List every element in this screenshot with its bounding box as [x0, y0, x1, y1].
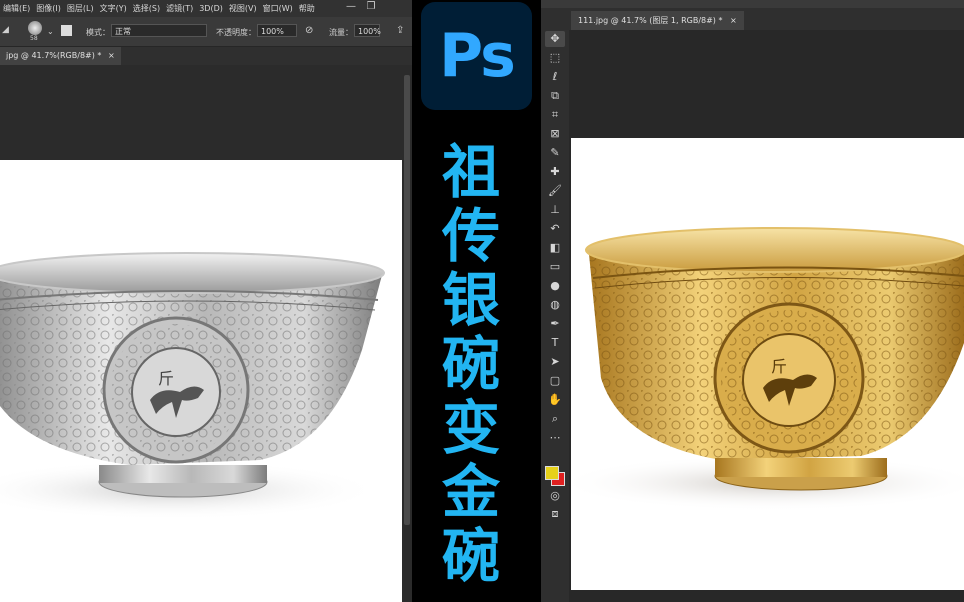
quick-mask-icon[interactable]: ◎	[545, 488, 565, 504]
brush-preview-icon[interactable]	[28, 21, 42, 35]
zoom-icon[interactable]: ⌕	[545, 411, 565, 427]
type-icon[interactable]: T	[545, 335, 565, 351]
flow-input[interactable]: 100%	[354, 24, 381, 37]
close-icon[interactable]: ×	[108, 51, 115, 60]
menu-layer[interactable]: 图层(L)	[64, 3, 97, 14]
minimize-button[interactable]: —	[342, 0, 360, 17]
document-canvas[interactable]: 斤	[571, 138, 964, 590]
opacity-input[interactable]: 100%	[257, 24, 297, 37]
title-char: 碗	[441, 522, 500, 590]
document-tab-bar: 111.jpg @ 41.7% (图层 1, RGB/8#) * ×	[569, 8, 964, 30]
title-char: 变	[441, 394, 500, 462]
options-bar	[541, 0, 964, 8]
menu-help[interactable]: 帮助	[296, 3, 318, 14]
photoshop-logo-icon: Ps	[421, 2, 532, 110]
opacity-label: 不透明度：	[216, 28, 256, 37]
flow-label: 流量：	[329, 28, 353, 37]
document-tab[interactable]: 111.jpg @ 41.7% (图层 1, RGB/8#) * ×	[571, 11, 744, 30]
options-bar: ◢ 58 ⌄ 模式： 正常 不透明度： 100% ⊘ 流量： 100% ⇪	[0, 17, 412, 47]
menu-type[interactable]: 文字(Y)	[97, 3, 130, 14]
chevron-down-icon[interactable]: ⌄	[47, 27, 54, 36]
document-canvas[interactable]: 斤	[0, 160, 402, 602]
title-char: 碗	[441, 330, 500, 398]
menu-view[interactable]: 视图(V)	[226, 3, 260, 14]
path-select-icon[interactable]: ➤	[545, 354, 565, 370]
history-brush-icon[interactable]: ↶	[545, 221, 565, 237]
restore-button[interactable]: ❐	[362, 0, 380, 17]
brush-panel-icon[interactable]	[61, 25, 72, 36]
menu-edit[interactable]: 编辑(E)	[0, 3, 33, 14]
tool-preset-icon[interactable]: ◢	[2, 25, 9, 35]
document-tab[interactable]: jpg @ 41.7%(RGB/8#) * ×	[0, 47, 121, 65]
center-banner: Ps 祖 传 银 碗 变 金 碗	[412, 0, 540, 602]
svg-text:斤: 斤	[158, 369, 174, 388]
pressure-icon[interactable]: ⊘	[305, 25, 313, 36]
menu-3d[interactable]: 3D(D)	[196, 4, 226, 13]
rectangle-icon[interactable]: ▢	[545, 373, 565, 389]
document-tab-title: 111.jpg @ 41.7% (图层 1, RGB/8#) *	[578, 16, 723, 25]
mode-label: 模式：	[86, 28, 110, 37]
frame-icon[interactable]: ⊠	[545, 126, 565, 142]
lasso-icon[interactable]: ℓ	[545, 69, 565, 85]
svg-text:斤: 斤	[771, 357, 787, 376]
eraser-icon[interactable]: ◧	[545, 240, 565, 256]
screen-mode-icon[interactable]: ⧈	[545, 506, 565, 522]
menu-bar: 编辑(E) 图像(I) 图层(L) 文字(Y) 选择(S) 滤镜(T) 3D(D…	[0, 0, 412, 17]
dodge-icon[interactable]: ◍	[545, 297, 565, 313]
gradient-icon[interactable]: ▭	[545, 259, 565, 275]
title-char: 祖	[441, 138, 500, 206]
brush-icon[interactable]: 🖌	[545, 183, 565, 199]
vertical-title: 祖 传 银 碗 变 金 碗	[438, 140, 504, 588]
document-tab-bar: jpg @ 41.7%(RGB/8#) * ×	[0, 47, 412, 65]
blur-icon[interactable]: ●	[545, 278, 565, 294]
healing-icon[interactable]: ✚	[545, 164, 565, 180]
menu-image[interactable]: 图像(I)	[33, 3, 64, 14]
left-photoshop-window: 编辑(E) 图像(I) 图层(L) 文字(Y) 选择(S) 滤镜(T) 3D(D…	[0, 0, 412, 602]
close-icon[interactable]: ×	[730, 16, 737, 25]
gold-bowl-image: 斤	[571, 227, 964, 511]
title-char: 金	[441, 458, 500, 526]
foreground-color-swatch[interactable]	[545, 466, 559, 480]
marquee-icon[interactable]: ⬚	[545, 50, 565, 66]
vertical-scrollbar[interactable]	[402, 65, 412, 602]
brush-size: 58	[30, 35, 38, 42]
object-select-icon[interactable]: ⧉	[545, 88, 565, 104]
pen-icon[interactable]: ✒	[545, 316, 565, 332]
menu-select[interactable]: 选择(S)	[130, 3, 163, 14]
share-icon[interactable]: ⇪	[396, 25, 404, 36]
document-tab-title: jpg @ 41.7%(RGB/8#) *	[6, 51, 102, 60]
stamp-icon[interactable]: ⊥	[545, 202, 565, 218]
mode-select[interactable]: 正常	[111, 24, 207, 37]
hand-icon[interactable]: ✋	[545, 392, 565, 408]
crop-icon[interactable]: ⌗	[545, 107, 565, 123]
eyedropper-icon[interactable]: ✎	[545, 145, 565, 161]
tools-panel: ✥ ⬚ ℓ ⧉ ⌗ ⊠ ✎ ✚ 🖌 ⊥ ↶ ◧ ▭ ● ◍ ✒ T ➤ ▢ ✋ …	[541, 8, 569, 602]
menu-window[interactable]: 窗口(W)	[260, 3, 296, 14]
title-char: 传	[441, 202, 500, 270]
title-char: 银	[441, 266, 500, 334]
menu-filter[interactable]: 滤镜(T)	[163, 3, 196, 14]
more-icon[interactable]: ⋯	[545, 430, 565, 446]
right-photoshop-window: ✥ ⬚ ℓ ⧉ ⌗ ⊠ ✎ ✚ 🖌 ⊥ ↶ ◧ ▭ ● ◍ ✒ T ➤ ▢ ✋ …	[541, 0, 964, 602]
silver-bowl-image: 斤	[0, 252, 385, 520]
move-icon[interactable]: ✥	[545, 31, 565, 47]
